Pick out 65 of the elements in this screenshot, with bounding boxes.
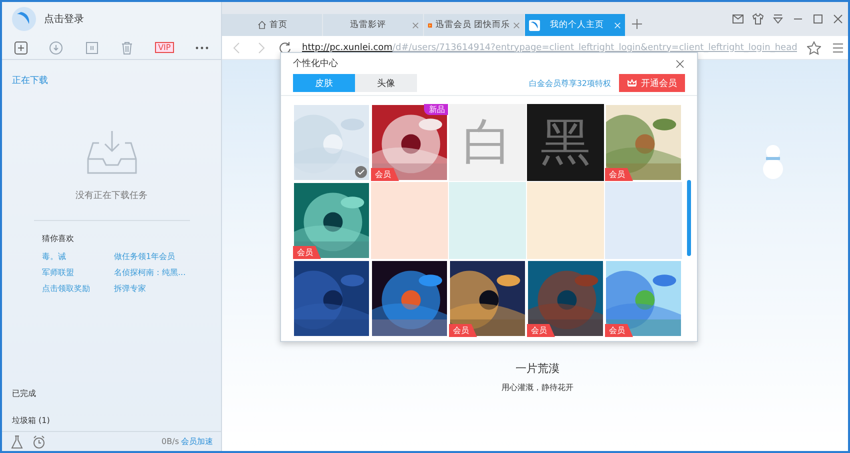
skin-tile[interactable]: 黑	[527, 104, 604, 181]
skin-tile[interactable]	[449, 182, 526, 259]
bird-icon	[529, 20, 540, 30]
avatar-icon[interactable]	[12, 7, 36, 31]
refresh-icon[interactable]	[278, 40, 292, 54]
dialog-tab[interactable]: 皮肤	[293, 74, 355, 92]
alarm-icon[interactable]	[32, 434, 46, 448]
recommend-title: 猜你喜欢	[42, 233, 75, 244]
shirt-icon[interactable]	[751, 12, 766, 26]
page-title: 一片荒漠	[516, 361, 560, 376]
dialog-title: 个性化中心	[293, 58, 338, 70]
skin-tile[interactable]: 会员	[527, 260, 604, 337]
recommend-link[interactable]: 拆弹专家	[114, 283, 221, 294]
check-icon	[355, 166, 367, 178]
close-icon[interactable]	[675, 58, 685, 69]
browser-tab[interactable]: 我的个人主页	[525, 14, 625, 36]
skin-label: 黑	[540, 112, 592, 172]
page-subtitle: 用心灌溉，静待花开	[502, 382, 574, 393]
home-icon	[256, 20, 266, 30]
empty-message: 没有正在下载任务	[76, 190, 148, 202]
menu-icon[interactable]	[831, 40, 846, 54]
maximize-icon[interactable]	[811, 12, 826, 26]
browser-tab[interactable]: 首页	[222, 14, 322, 36]
url-field[interactable]: http://pc.xunlei.com/d#/users/713614914?entrypage=client_leftright_login&entry=client_leftright_login_head	[302, 42, 798, 52]
perk-link[interactable]: 白金会员尊享32项特权	[528, 78, 611, 89]
recommend-link[interactable]: 毒。诫	[42, 251, 114, 262]
vip-icon[interactable]: VIP	[155, 42, 174, 53]
recommend-link[interactable]: 军师联盟	[42, 267, 114, 278]
skin-tile[interactable]: 新品 会员	[371, 104, 448, 181]
skin-tile[interactable]: 会员	[449, 260, 526, 337]
add-icon[interactable]	[14, 40, 28, 54]
inbox-icon	[86, 129, 136, 175]
skin-tile[interactable]: 会员	[293, 182, 370, 259]
star-icon[interactable]	[807, 40, 822, 54]
join-button[interactable]: 开通会员	[619, 74, 685, 92]
category-item[interactable]: 垃圾箱 (1)	[12, 416, 50, 425]
skin-tile[interactable]: 会员	[605, 260, 682, 337]
browser-tab[interactable]: 迅雷会员 团快而乐	[424, 14, 524, 36]
login-link[interactable]: 点击登录	[44, 12, 84, 26]
crown-icon	[627, 79, 637, 88]
category-item[interactable]: 已完成	[12, 389, 36, 398]
delete-icon[interactable]	[120, 40, 134, 54]
new-tag: 新品	[424, 104, 448, 115]
dialog-tab[interactable]: 头像	[355, 74, 417, 92]
download-icon[interactable]	[49, 40, 64, 54]
close-icon[interactable]	[831, 12, 846, 26]
new-tab-icon[interactable]	[632, 19, 642, 29]
skin-label: 白	[462, 112, 514, 172]
dropdown-icon[interactable]	[771, 12, 786, 26]
boost-link[interactable]: 会员加速	[181, 436, 213, 447]
scrollbar-thumb[interactable]	[687, 180, 691, 256]
recommend-link[interactable]: 点击领取奖励	[42, 283, 114, 294]
skin-tile[interactable]	[527, 182, 604, 259]
browser-tab[interactable]: 迅雷影评	[323, 14, 423, 36]
section-title[interactable]: 正在下载	[12, 76, 48, 86]
skin-tile[interactable]: 会员	[605, 104, 682, 181]
skin-tile[interactable]	[605, 182, 682, 259]
speed-text: 0B/s	[162, 437, 179, 446]
flask-icon[interactable]	[10, 434, 24, 448]
mail-icon[interactable]	[731, 12, 746, 26]
pause-icon[interactable]	[84, 40, 99, 54]
recommend-link[interactable]: 名侦探柯南：纯黑...	[114, 267, 221, 278]
recommend-link[interactable]: 做任务领1年会员	[114, 251, 221, 262]
skin-tile[interactable]: 白	[449, 104, 526, 181]
skin-tile[interactable]	[371, 182, 448, 259]
